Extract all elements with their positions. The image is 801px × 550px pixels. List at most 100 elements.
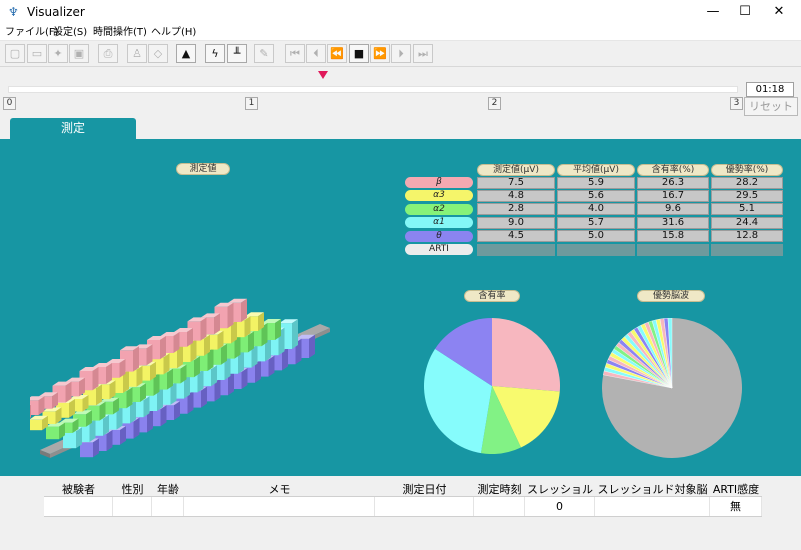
- step-back-icon[interactable]: ⏴: [306, 44, 326, 63]
- subject-field-2[interactable]: [152, 497, 184, 516]
- menu-time-ops[interactable]: 時間操作(T): [93, 25, 147, 40]
- timeline-tick-1: 1: [245, 97, 258, 110]
- cell-alpha2-0: 2.8: [477, 203, 555, 216]
- subject-header-4: 測定日付: [402, 483, 447, 496]
- step-forward-icon[interactable]: ⏵: [391, 44, 411, 63]
- table-header-2: 含有率(%): [637, 164, 709, 176]
- close-button[interactable]: ✕: [762, 0, 796, 24]
- row-label-alpha2: α2: [405, 203, 473, 215]
- timeline-tick-0: 0: [3, 97, 16, 110]
- content-rate-pie: [424, 318, 560, 454]
- cell-alpha1-0: 9.0: [477, 216, 555, 229]
- open-folder-icon[interactable]: ▭: [27, 44, 47, 63]
- row-label-alpha1: α1: [405, 217, 473, 229]
- subject-field-0[interactable]: [44, 497, 113, 516]
- bar-4-16-side: [309, 334, 315, 358]
- bar-0-8-side: [133, 346, 139, 372]
- row-label-arti: ARTI: [405, 244, 473, 255]
- lightning-icon[interactable]: ϟ: [205, 44, 225, 63]
- subject-header-5: 測定時刻: [477, 483, 522, 496]
- subject-field-1[interactable]: [113, 497, 152, 516]
- subject-header-2: 年齢: [157, 483, 179, 496]
- toolbar: ▢ ▭ ✦ ▣ ⎙ ♙ ◇ ▲ ϟ ╨ ✎ ⏮ ⏴ ⏪ ■ ⏩ ⏵ ⏭: [0, 41, 801, 67]
- cell-arti-2: [637, 243, 709, 256]
- window-title: Visualizer: [27, 5, 85, 19]
- maximize-button[interactable]: ☐: [728, 0, 762, 24]
- skip-end-icon[interactable]: ⏭: [413, 44, 433, 63]
- bar-0-10-side: [160, 336, 166, 360]
- row-label-theta: θ: [405, 230, 473, 242]
- cell-theta-0: 4.5: [477, 230, 555, 243]
- timeline-track[interactable]: [8, 86, 738, 93]
- cell-alpha2-1: 4.0: [557, 203, 635, 216]
- bar-0-13-side: [200, 317, 207, 341]
- bar-0-16-side: [241, 298, 247, 322]
- cell-arti-0: [477, 243, 555, 256]
- menu-help[interactable]: ヘルプ(H): [151, 25, 196, 40]
- table-header-1: 平均値(μV): [557, 164, 635, 176]
- bluetooth-icon[interactable]: ✦: [48, 44, 68, 63]
- menu-bar: ファイル(F) 設定(S) 時間操作(T) ヘルプ(H): [0, 24, 801, 41]
- bar-0-15-side: [227, 302, 234, 329]
- table-header-0: 測定値(μV): [477, 164, 555, 176]
- shield-icon[interactable]: ◇: [148, 44, 168, 63]
- reset-button[interactable]: リセット: [744, 97, 798, 116]
- cell-beta-1: 5.9: [557, 176, 635, 189]
- cell-arti-1: [557, 243, 635, 256]
- tab-measurement[interactable]: 測定: [10, 118, 136, 139]
- save-icon[interactable]: ▣: [69, 44, 89, 63]
- cell-beta-2: 26.3: [637, 176, 709, 189]
- subject-header-3: メモ: [268, 483, 291, 496]
- subject-field-7[interactable]: [595, 497, 710, 516]
- cell-alpha1-2: 31.6: [637, 216, 709, 229]
- pin-icon[interactable]: ✎: [254, 44, 274, 63]
- fast-forward-icon[interactable]: ⏩: [370, 44, 390, 63]
- title-bar: ♆ Visualizer — ☐ ✕: [0, 0, 801, 24]
- cell-beta-3: 28.2: [711, 176, 783, 189]
- subject-header-0: 被験者: [62, 483, 95, 496]
- cell-theta-1: 5.0: [557, 230, 635, 243]
- subject-field-6[interactable]: 0: [525, 497, 595, 516]
- content-rate-label: 含有率: [464, 290, 520, 302]
- measured-values-label: 測定値: [176, 163, 230, 175]
- bar-0-1-front: [30, 400, 39, 415]
- subject-header-1: 性別: [121, 483, 144, 496]
- cell-theta-2: 15.8: [637, 230, 709, 243]
- bar-chart-icon[interactable]: ╨: [227, 44, 247, 63]
- print-icon[interactable]: ⎙: [98, 44, 118, 63]
- row-label-alpha3: α3: [405, 190, 473, 202]
- cell-beta-0: 7.5: [477, 176, 555, 189]
- bell-icon[interactable]: ▲: [176, 44, 196, 63]
- minimize-button[interactable]: —: [696, 0, 730, 24]
- bar-4-0-front: [80, 442, 93, 458]
- cell-alpha1-1: 5.7: [557, 216, 635, 229]
- skip-start-icon[interactable]: ⏮: [285, 44, 305, 63]
- dominant-wave-label: 優勢脳波: [637, 290, 705, 302]
- cell-alpha3-2: 16.7: [637, 189, 709, 202]
- stop-icon[interactable]: ■: [349, 44, 369, 63]
- subject-field-4[interactable]: [375, 497, 474, 516]
- pie1-slice-0: [492, 318, 560, 392]
- subject-field-8[interactable]: 無: [710, 497, 762, 516]
- cell-theta-3: 12.8: [711, 230, 783, 243]
- subject-header-8: ARTI感度: [712, 483, 760, 496]
- cell-alpha2-2: 9.6: [637, 203, 709, 216]
- app-icon: ♆: [8, 5, 19, 19]
- timeline-tick-3: 3: [730, 97, 743, 110]
- bar-3-16-side: [292, 319, 298, 349]
- bar-2-0-front: [46, 426, 59, 440]
- menu-settings[interactable]: 設定(S): [53, 25, 87, 40]
- new-file-icon[interactable]: ▢: [5, 44, 25, 63]
- dominant-wave-pie: [602, 318, 742, 458]
- rewind-icon[interactable]: ⏪: [327, 44, 347, 63]
- bar-0-5-side: [92, 367, 99, 391]
- subject-field-3[interactable]: [184, 497, 375, 516]
- subject-header-6: スレッショルド: [527, 483, 593, 510]
- cell-alpha1-3: 24.4: [711, 216, 783, 229]
- subject-field-5[interactable]: [474, 497, 525, 516]
- menu-file[interactable]: ファイル(F): [5, 25, 59, 40]
- timeline-marker[interactable]: [318, 71, 328, 79]
- table-header-3: 優勢率(%): [711, 164, 783, 176]
- cell-alpha3-1: 5.6: [557, 189, 635, 202]
- user-icon[interactable]: ♙: [127, 44, 147, 63]
